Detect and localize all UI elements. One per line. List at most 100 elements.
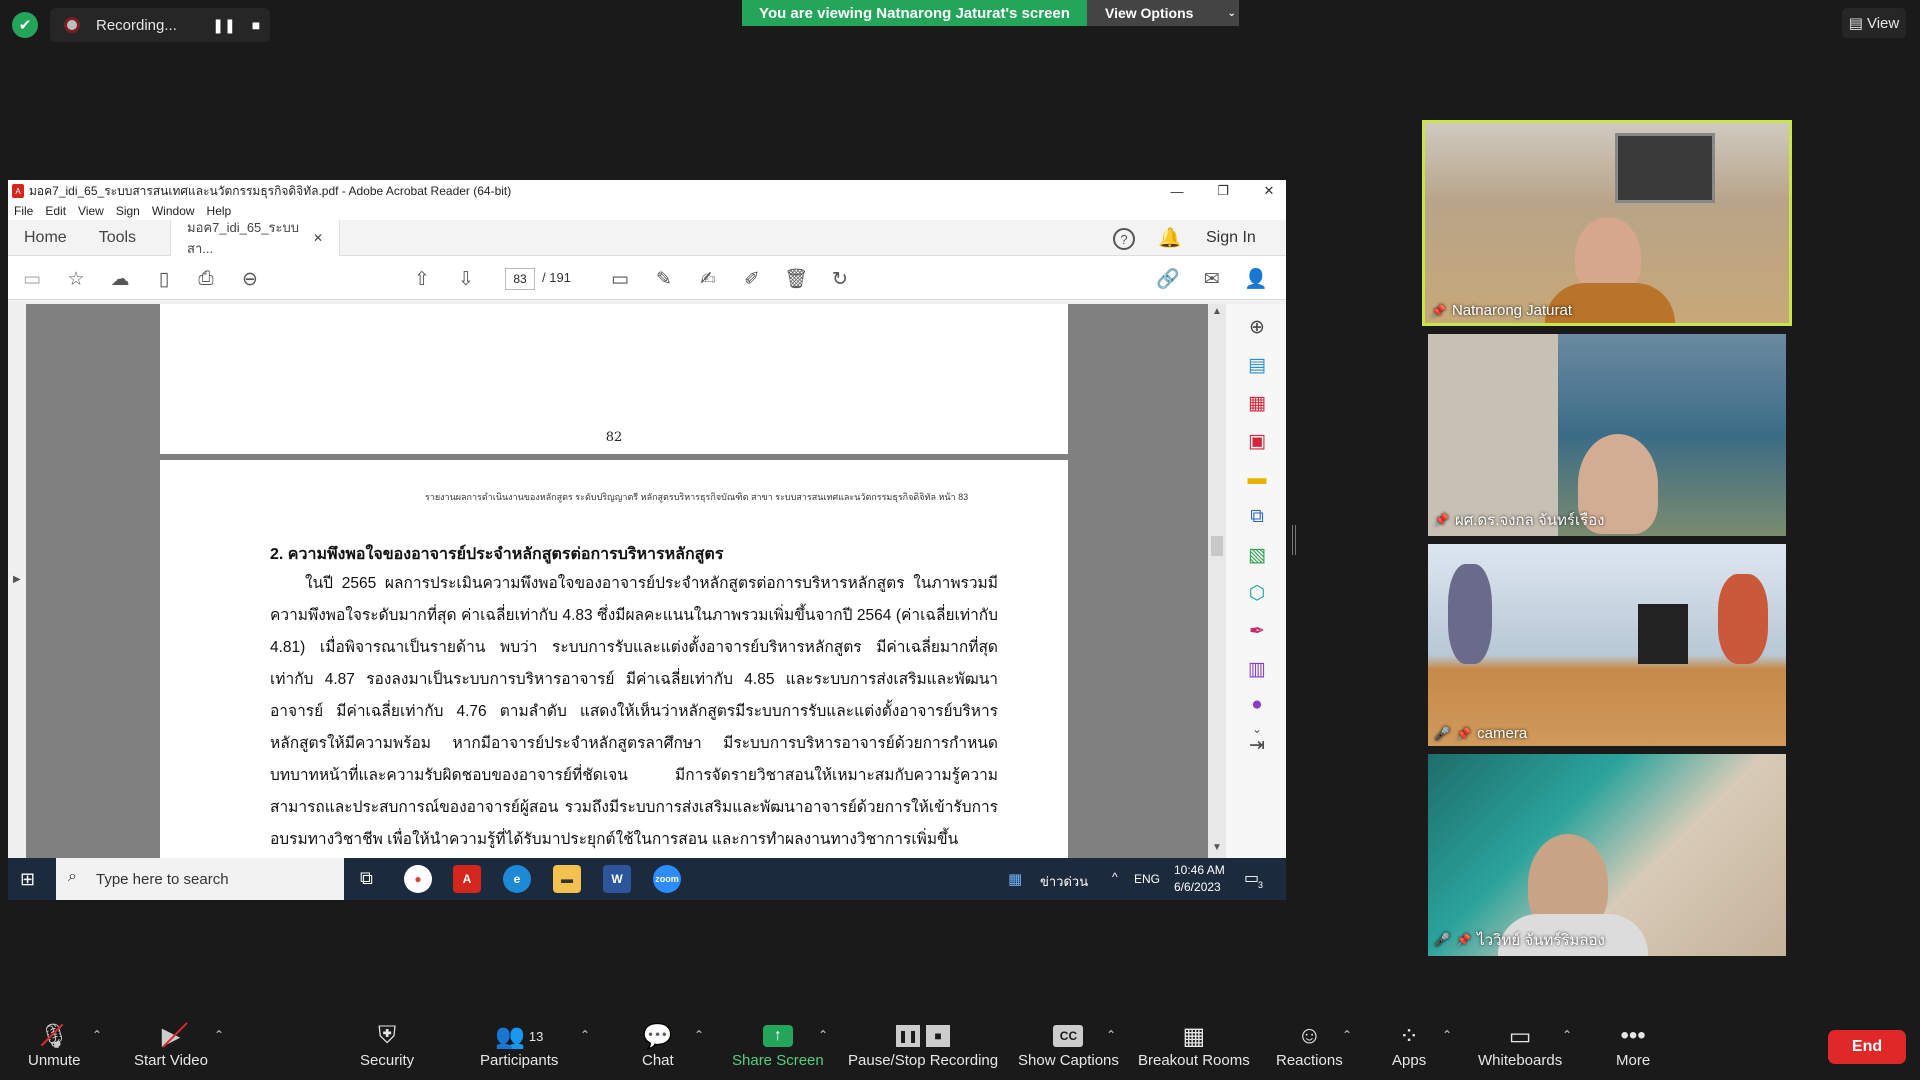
task-view-icon[interactable]: ⧉ <box>360 868 373 889</box>
edit-pdf-icon[interactable]: ▧ <box>1244 542 1270 568</box>
zoom-app-icon[interactable]: zoom <box>653 865 681 893</box>
zoom-in-icon[interactable]: ⊕ <box>1244 314 1270 340</box>
protect-icon[interactable]: ▥ <box>1244 656 1270 682</box>
combine-files-icon[interactable]: ⧉ <box>1244 504 1270 530</box>
show-captions-button[interactable]: CC Show Captions <box>1018 1020 1119 1069</box>
windows-start-icon[interactable]: ⊞ <box>20 869 35 890</box>
help-icon[interactable]: ? <box>1113 228 1135 250</box>
apps-button[interactable]: ⁘ Apps <box>1392 1020 1426 1070</box>
star-icon[interactable]: ☆ <box>64 267 88 291</box>
security-button[interactable]: ⛨ Security <box>360 1020 414 1069</box>
delete-icon[interactable]: 🗑 <box>784 267 808 291</box>
previous-page-icon[interactable]: ⇧ <box>410 267 434 291</box>
highlight-pen-icon[interactable]: ✎ <box>652 267 676 291</box>
restore-icon[interactable]: ❐ <box>1200 180 1246 202</box>
apps-caret-icon[interactable]: ⌃ <box>1442 1028 1452 1042</box>
participant-tile[interactable]: 🎤 📌 camera <box>1428 544 1786 746</box>
reactions-button[interactable]: ☺ Reactions <box>1276 1020 1343 1069</box>
vertical-scrollbar[interactable]: ▲ ▼ <box>1208 304 1226 858</box>
audio-options-caret-icon[interactable]: ⌃ <box>92 1028 102 1042</box>
comment-tool-icon[interactable]: ▬ <box>1244 466 1270 492</box>
tray-chevron-icon[interactable]: ^ <box>1112 870 1118 884</box>
end-meeting-button[interactable]: End <box>1828 1030 1906 1064</box>
organize-pages-icon[interactable]: ▦ <box>1244 390 1270 416</box>
print-icon[interactable]: ⎙ <box>194 267 218 291</box>
scroll-thumb[interactable] <box>1211 536 1223 556</box>
reactions-caret-icon[interactable]: ⌃ <box>1342 1028 1352 1042</box>
file-explorer-icon[interactable]: ▬ <box>553 865 581 893</box>
create-pdf-tool-icon[interactable]: ▣ <box>1244 428 1270 454</box>
save-icon[interactable]: ▭ <box>20 267 44 291</box>
chrome-icon[interactable]: ● <box>404 865 432 893</box>
notification-icon[interactable]: ▭ <box>1244 868 1259 888</box>
participants-button[interactable]: 👥 13 Participants <box>480 1020 558 1070</box>
comment-icon[interactable]: ▭ <box>608 267 632 291</box>
zoom-out-icon[interactable]: ⊖ <box>238 267 262 291</box>
news-widget-icon[interactable]: ▦ <box>1008 870 1022 888</box>
fill-sign-icon[interactable]: ✐ <box>740 267 764 291</box>
unmute-button[interactable]: 🎙 Unmute <box>28 1020 81 1070</box>
participant-tile[interactable]: 📌 ผศ.ดร.จงกล จันทร์เรือง <box>1428 334 1786 536</box>
document-viewport[interactable]: ▶ 82 รายงานผลการดำเนินงานของหลักสูตร ระด… <box>8 304 1286 860</box>
tab-home[interactable]: Home <box>8 220 83 256</box>
breakout-rooms-button[interactable]: ▦ Breakout Rooms <box>1138 1020 1250 1070</box>
menu-file[interactable]: File <box>14 204 33 218</box>
video-options-caret-icon[interactable]: ⌃ <box>214 1028 224 1042</box>
pause-stop-recording-button[interactable]: ❚❚ ■ Pause/Stop Recording <box>848 1020 998 1069</box>
menu-sign[interactable]: Sign <box>116 204 140 218</box>
stop-recording-icon[interactable]: ■ <box>248 17 264 33</box>
view-options-button[interactable]: View Options ⌄ <box>1087 0 1239 26</box>
upload-cloud-icon[interactable]: ☁ <box>108 267 132 291</box>
tab-document[interactable]: มอค7_idi_65_ระบบสา... ✕ <box>170 219 341 256</box>
scroll-up-icon[interactable]: ▲ <box>1212 306 1222 317</box>
acrobat-taskbar-icon[interactable]: A <box>453 865 481 893</box>
bell-icon[interactable]: 🔔 <box>1158 226 1182 250</box>
share-user-icon[interactable]: 👤 <box>1244 267 1268 291</box>
share-screen-button[interactable]: ↑ Share Screen <box>732 1020 824 1069</box>
page-number-input[interactable]: 83 <box>505 268 535 290</box>
create-pdf-icon[interactable]: ▯ <box>152 267 176 291</box>
close-tab-icon[interactable]: ✕ <box>313 231 323 245</box>
next-page-icon[interactable]: ⇩ <box>454 267 478 291</box>
word-icon[interactable]: W <box>603 865 631 893</box>
more-button[interactable]: ••• More <box>1616 1020 1650 1069</box>
chat-caret-icon[interactable]: ⌃ <box>694 1028 704 1042</box>
whiteboards-button[interactable]: ▭ Whiteboards <box>1478 1020 1563 1070</box>
minimize-icon[interactable]: — <box>1154 180 1200 202</box>
start-video-button[interactable]: ▶ Start Video <box>134 1020 208 1069</box>
rotate-icon[interactable]: ↻ <box>828 267 852 291</box>
tab-tools[interactable]: Tools <box>83 220 152 256</box>
send-for-review-icon[interactable]: ⬡ <box>1244 580 1270 606</box>
encryption-shield-icon[interactable]: ✔ <box>12 12 38 38</box>
whiteboards-caret-icon[interactable]: ⌃ <box>1562 1028 1572 1042</box>
expand-left-pane-icon[interactable]: ▶ <box>13 574 21 585</box>
menu-view[interactable]: View <box>78 204 104 218</box>
participants-caret-icon[interactable]: ⌃ <box>580 1028 590 1042</box>
sign-in-button[interactable]: Sign In <box>1206 229 1256 247</box>
view-button[interactable]: ▤ View <box>1842 8 1906 38</box>
language-indicator[interactable]: ENG <box>1134 872 1160 886</box>
clock-time[interactable]: 10:46 AM <box>1174 863 1225 877</box>
chat-button[interactable]: 💬 Chat <box>642 1020 674 1070</box>
close-icon[interactable]: ✕ <box>1246 180 1286 202</box>
captions-caret-icon[interactable]: ⌃ <box>1106 1028 1116 1042</box>
whiteboards-label: Whiteboards <box>1478 1052 1563 1069</box>
scroll-down-icon[interactable]: ▼ <box>1212 842 1222 853</box>
menu-edit[interactable]: Edit <box>45 204 66 218</box>
splitter-handle[interactable] <box>1292 525 1296 555</box>
edge-icon[interactable]: e <box>503 865 531 893</box>
participant-tile-active[interactable]: 📌 Natnarong Jaturat <box>1422 120 1792 326</box>
more-tools-icon[interactable]: ● <box>1244 692 1270 718</box>
collapse-panel-icon[interactable]: ⇥ <box>1244 732 1270 758</box>
taskbar-search[interactable]: ⌕ Type here to search <box>56 858 344 900</box>
participant-tile[interactable]: 🎤 📌 ไววิทย์ จันทร์ริมลอง <box>1428 754 1786 956</box>
fill-sign-tool-icon[interactable]: ✒ <box>1244 618 1270 644</box>
clock-date[interactable]: 6/6/2023 <box>1174 880 1221 894</box>
pause-recording-icon[interactable]: ❚❚ <box>212 17 235 33</box>
link-icon[interactable]: 🔗 <box>1156 267 1180 291</box>
news-label[interactable]: ข่าวด่วน <box>1040 871 1088 892</box>
email-icon[interactable]: ✉ <box>1200 267 1224 291</box>
draw-icon[interactable]: ✍ <box>696 267 720 291</box>
export-pdf-icon[interactable]: ▤ <box>1244 352 1270 378</box>
share-caret-icon[interactable]: ⌃ <box>818 1028 828 1042</box>
